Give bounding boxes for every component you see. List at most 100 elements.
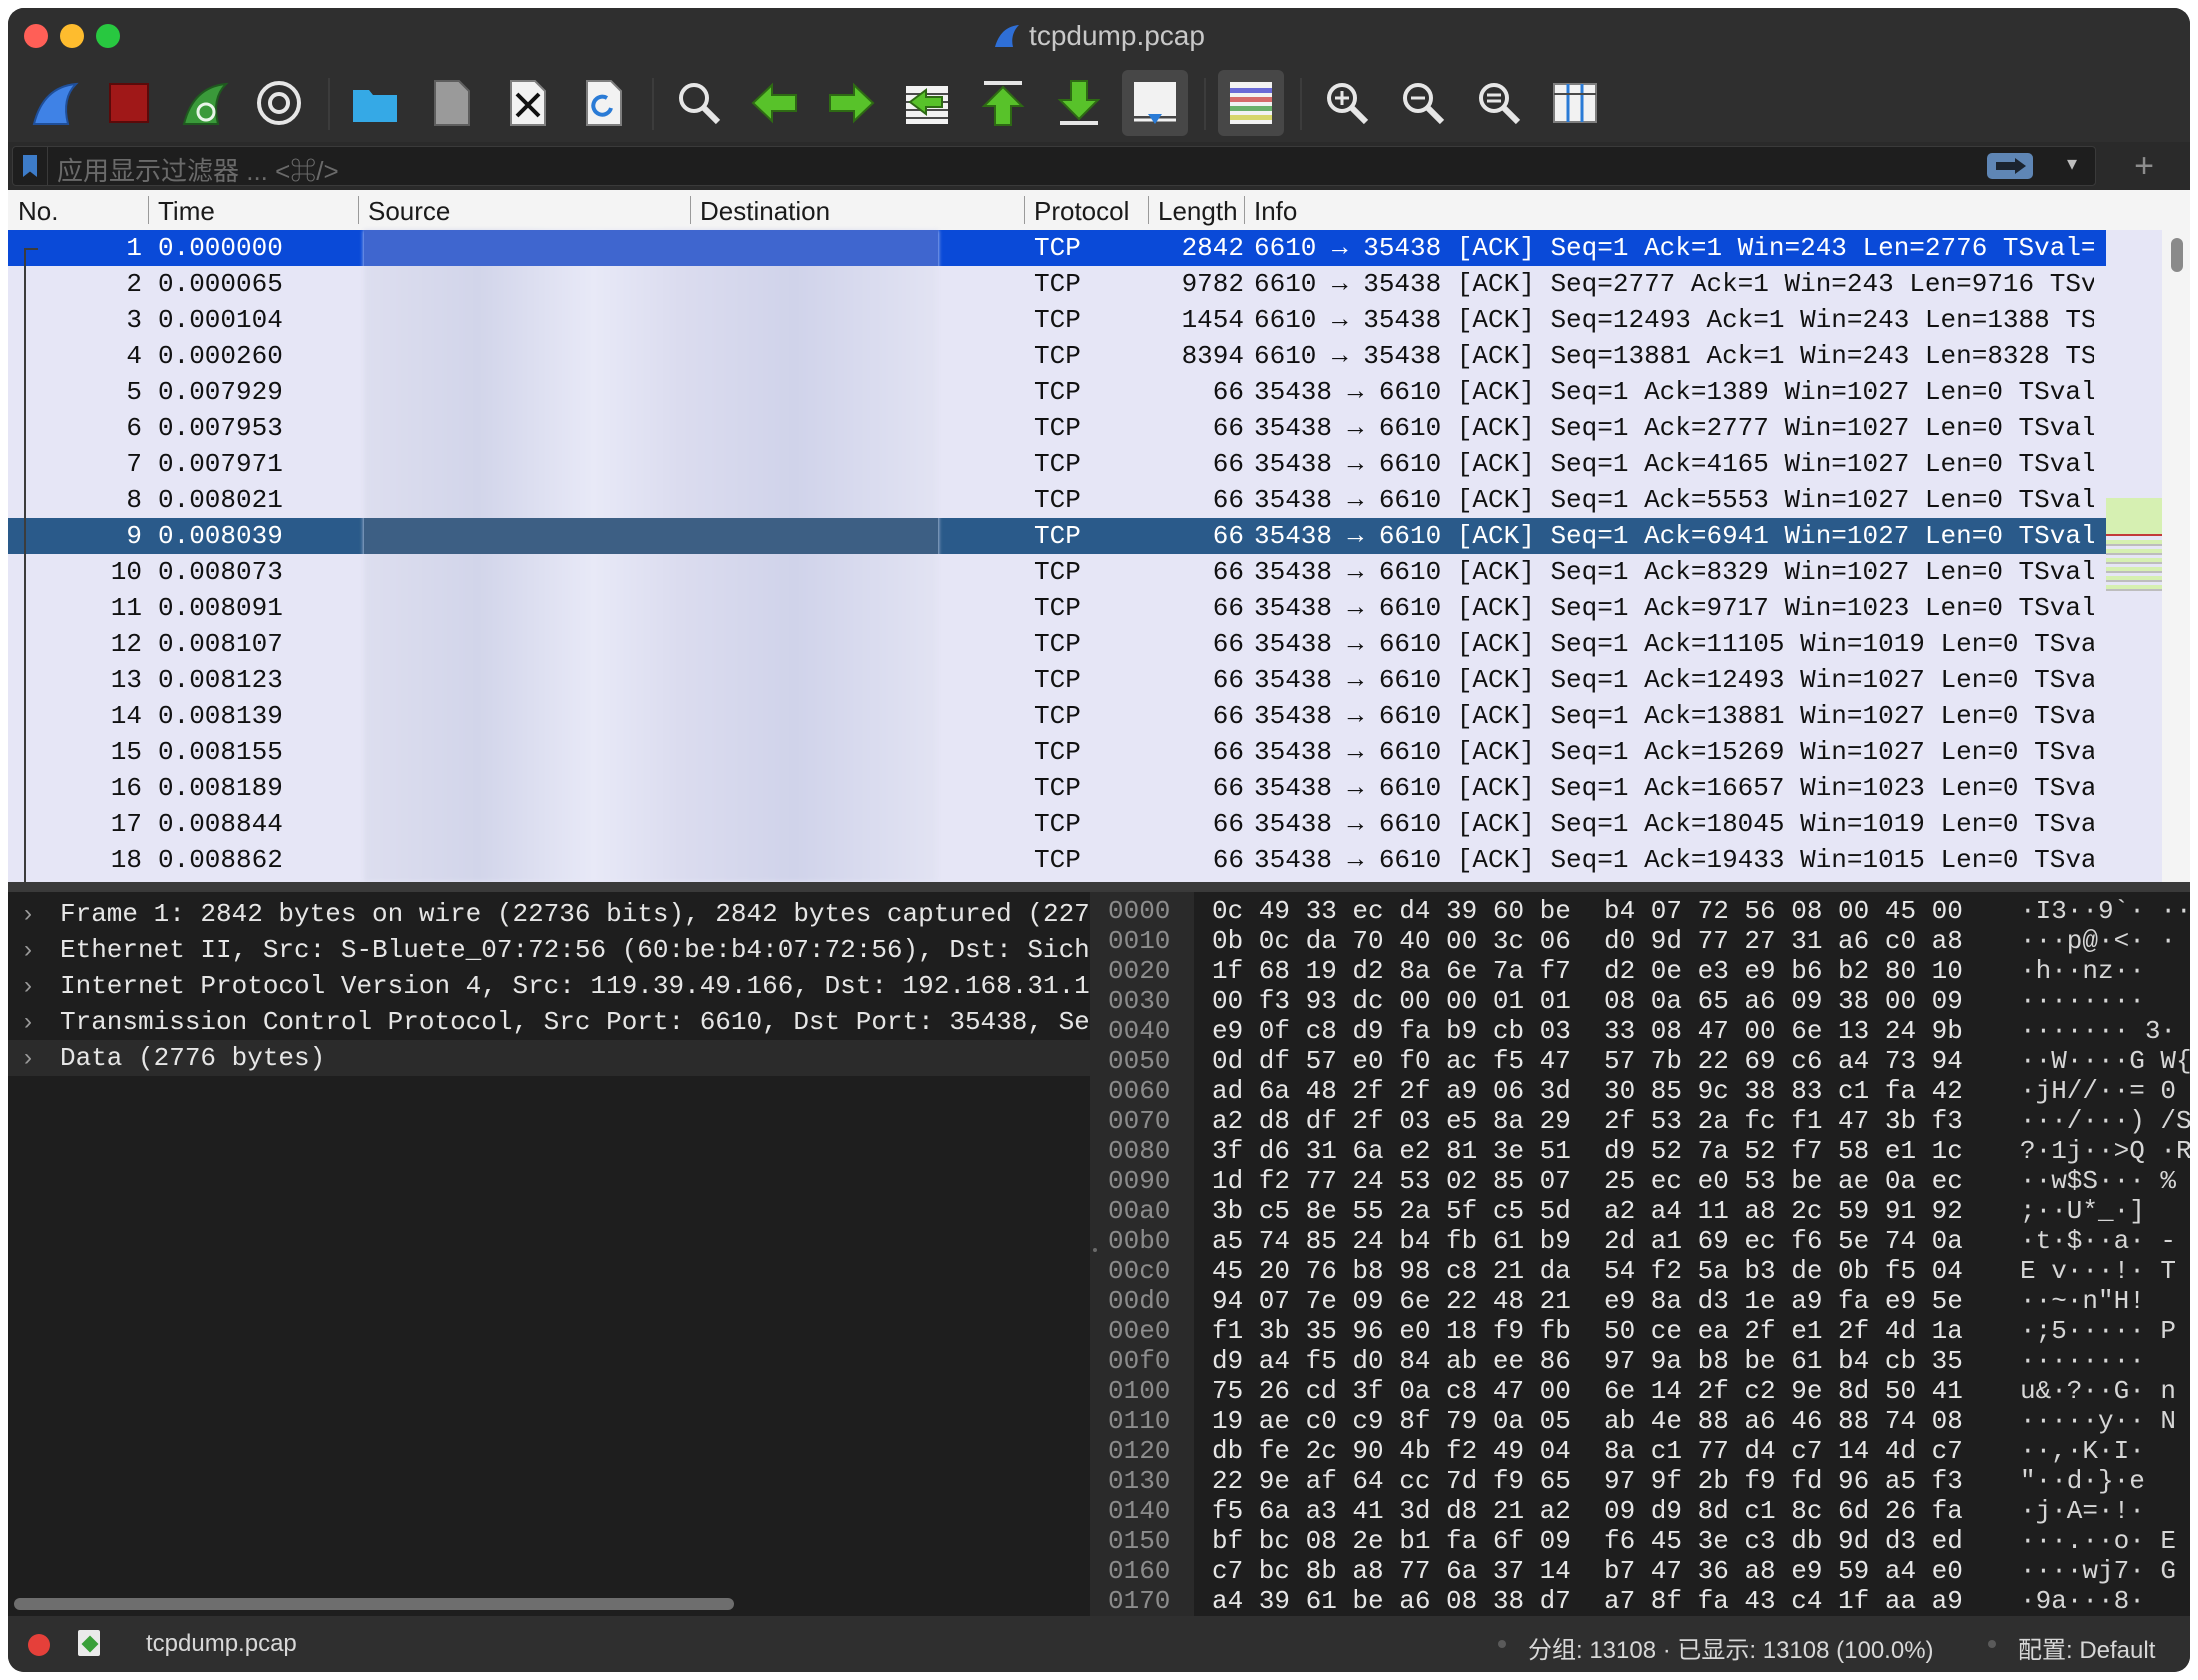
expert-info-icon[interactable] [28,1634,50,1656]
chevron-right-icon[interactable]: › [24,896,32,932]
chevron-right-icon[interactable]: › [24,932,32,968]
tree-item[interactable]: › Transmission Control Protocol, Src Port… [8,1004,1090,1040]
byte-row[interactable]: 0050 0d df 57 e0 f0 ac f5 47 57 7b 22 69 c… [1100,1046,2190,1076]
byte-row[interactable]: 0060 ad 6a 48 2f 2f a9 06 3d 30 85 9c 38 8… [1100,1076,2190,1106]
zoom-in-button[interactable] [1314,70,1380,136]
byte-row[interactable]: 0070 a2 d8 df 2f 03 e5 8a 29 2f 53 2a fc f… [1100,1106,2190,1136]
table-row[interactable]: 15 0.008155 TCP 66 35438 → 6610 [ACK] Seq=1 … [8,734,2108,770]
display-filter-input[interactable]: 应用显示过滤器 ... <⌘/> ▾ [12,146,2096,186]
column-destination[interactable]: Destination [700,196,830,227]
byte-row[interactable]: 0140 f5 6a a3 41 3d d8 21 a2 09 d9 8d c1 8… [1100,1496,2190,1526]
bookmark-icon[interactable] [23,155,37,177]
packet-minimap[interactable] [2106,230,2162,882]
status-profile[interactable]: 配置: Default [2018,1630,2155,1665]
tree-item[interactable]: › Frame 1: 2842 bytes on wire (22736 bits… [8,896,1090,932]
byte-row[interactable]: 0120 db fe 2c 90 4b f2 49 04 8a c1 77 d4 c… [1100,1436,2190,1466]
byte-row[interactable]: 0110 19 ae c0 c9 8f 79 0a 05 ab 4e 88 a6 4… [1100,1406,2190,1436]
column-length[interactable]: Length [1158,196,1236,227]
open-file-button[interactable] [342,70,408,136]
byte-row[interactable]: 0160 c7 bc 8b a8 77 6a 37 14 b7 47 36 a8 e… [1100,1556,2190,1586]
column-separator[interactable] [1148,196,1149,224]
tree-item[interactable]: › Ethernet II, Src: S-Bluete_07:72:56 (60… [8,932,1090,968]
reload-file-button[interactable] [570,70,636,136]
column-no[interactable]: No. [18,196,58,227]
column-separator[interactable] [1244,196,1245,224]
table-row[interactable]: 14 0.008139 TCP 66 35438 → 6610 [ACK] Seq=1 … [8,698,2108,734]
resize-columns-button[interactable] [1542,70,1608,136]
apply-filter-button[interactable] [1987,153,2033,179]
go-to-last-button[interactable] [1046,70,1112,136]
chevron-right-icon[interactable]: › [24,1004,32,1040]
stop-capture-button[interactable] [96,70,162,136]
capture-options-button[interactable] [246,70,312,136]
auto-scroll-button[interactable] [1122,70,1188,136]
find-packet-button[interactable] [666,70,732,136]
packet-list[interactable]: No. Time Source Destination Protocol Len… [8,190,2190,882]
column-separator[interactable] [690,196,691,224]
byte-row[interactable]: 00a0 3b c5 8e 55 2a 5f c5 5d a2 a4 11 a8 2… [1100,1196,2190,1226]
byte-row[interactable]: 00b0 a5 74 85 24 b4 fb 61 b9 2d a1 69 ec f… [1100,1226,2190,1256]
table-row[interactable]: 16 0.008189 TCP 66 35438 → 6610 [ACK] Seq=1 … [8,770,2108,806]
packet-bytes[interactable]: 0000 0c 49 33 ec d4 39 60 be b4 07 72 56 0… [1100,892,2190,1616]
byte-row[interactable]: 0030 00 f3 93 dc 00 00 01 01 08 0a 65 a6 0… [1100,986,2190,1016]
table-row[interactable]: 2 0.000065 TCP 9782 6610 → 35438 [ACK] Seq=2… [8,266,2108,302]
table-row[interactable]: 9 0.008039 TCP 66 35438 → 6610 [ACK] Seq=1 A… [8,518,2108,554]
go-back-button[interactable] [742,70,808,136]
splitter-handle[interactable] [1093,1248,1097,1252]
byte-row[interactable]: 0000 0c 49 33 ec d4 39 60 be b4 07 72 56 0… [1100,896,2190,926]
zoom-reset-button[interactable] [1466,70,1532,136]
byte-row[interactable]: 0010 0b 0c da 70 40 00 3c 06 d0 9d 77 27 3… [1100,926,2190,956]
close-file-button[interactable] [494,70,560,136]
byte-row[interactable]: 0150 bf bc 08 2e b1 fa 6f 09 f6 45 3e c3 d… [1100,1526,2190,1556]
table-row[interactable]: 5 0.007929 TCP 66 35438 → 6610 [ACK] Seq=1 A… [8,374,2108,410]
column-separator[interactable] [148,196,149,224]
zoom-out-button[interactable] [1390,70,1456,136]
byte-row[interactable]: 0130 22 9e af 64 cc 7d f9 65 97 9f 2b f9 f… [1100,1466,2190,1496]
save-file-button[interactable] [418,70,484,136]
chevron-down-icon[interactable]: ▾ [2067,151,2077,176]
add-filter-button[interactable]: + [2134,142,2154,190]
column-source[interactable]: Source [368,196,450,227]
byte-row[interactable]: 0040 e9 0f c8 d9 fa b9 cb 03 33 08 47 00 6… [1100,1016,2190,1046]
pane-splitter[interactable] [8,882,2190,892]
packet-list-scrollbar[interactable] [2162,230,2190,882]
chevron-right-icon[interactable]: › [24,1040,32,1076]
byte-row[interactable]: 00c0 45 20 76 b8 98 c8 21 da 54 f2 5a b3 d… [1100,1256,2190,1286]
byte-row[interactable]: 0020 1f 68 19 d2 8a 6e 7a f7 d2 0e e3 e9 b… [1100,956,2190,986]
column-time[interactable]: Time [158,196,215,227]
table-row[interactable]: 12 0.008107 TCP 66 35438 → 6610 [ACK] Seq=1 … [8,626,2108,662]
byte-row[interactable]: 0100 75 26 cd 3f 0a c8 47 00 6e 14 2f c2 9… [1100,1376,2190,1406]
scrollbar-thumb[interactable] [2171,238,2183,272]
table-row[interactable]: 8 0.008021 TCP 66 35438 → 6610 [ACK] Seq=1 A… [8,482,2108,518]
colorize-button[interactable] [1218,70,1284,136]
column-separator[interactable] [358,196,359,224]
restart-capture-button[interactable] [172,70,238,136]
byte-row[interactable]: 0170 a4 39 61 be a6 08 38 d7 a7 8f fa 43 c… [1100,1586,2190,1616]
tree-item[interactable]: › Data (2776 bytes) [8,1040,1090,1076]
column-separator[interactable] [1024,196,1025,224]
start-capture-button[interactable] [22,70,88,136]
byte-row[interactable]: 0080 3f d6 31 6a e2 81 3e 51 d9 52 7a 52 f… [1100,1136,2190,1166]
capture-comment-icon[interactable] [78,1630,100,1656]
table-row[interactable]: 3 0.000104 TCP 1454 6610 → 35438 [ACK] Seq=1… [8,302,2108,338]
table-row[interactable]: 18 0.008862 TCP 66 35438 → 6610 [ACK] Seq=1 … [8,842,2108,878]
table-row[interactable]: 10 0.008073 TCP 66 35438 → 6610 [ACK] Seq=1 … [8,554,2108,590]
go-to-packet-button[interactable] [894,70,960,136]
tree-item[interactable]: › Internet Protocol Version 4, Src: 119.3… [8,968,1090,1004]
table-row[interactable]: 1 0.000000 TCP 2842 6610 → 35438 [ACK] Seq=1… [8,230,2108,266]
table-row[interactable]: 13 0.008123 TCP 66 35438 → 6610 [ACK] Seq=1 … [8,662,2108,698]
table-row[interactable]: 17 0.008844 TCP 66 35438 → 6610 [ACK] Seq=1 … [8,806,2108,842]
byte-row[interactable]: 00e0 f1 3b 35 96 e0 18 f9 fb 50 ce ea 2f e… [1100,1316,2190,1346]
packet-details[interactable]: › Frame 1: 2842 bytes on wire (22736 bits… [8,892,1090,1616]
column-info[interactable]: Info [1254,196,1297,227]
table-row[interactable]: 11 0.008091 TCP 66 35438 → 6610 [ACK] Seq=1 … [8,590,2108,626]
table-row[interactable]: 4 0.000260 TCP 8394 6610 → 35438 [ACK] Seq=1… [8,338,2108,374]
chevron-right-icon[interactable]: › [24,968,32,1004]
byte-row[interactable]: 00f0 d9 a4 f5 d0 84 ab ee 86 97 9a b8 be 6… [1100,1346,2190,1376]
go-to-first-button[interactable] [970,70,1036,136]
table-row[interactable]: 7 0.007971 TCP 66 35438 → 6610 [ACK] Seq=1 A… [8,446,2108,482]
details-horizontal-scrollbar[interactable] [14,1598,734,1610]
go-forward-button[interactable] [818,70,884,136]
byte-row[interactable]: 0090 1d f2 77 24 53 02 85 07 25 ec e0 53 b… [1100,1166,2190,1196]
table-row[interactable]: 6 0.007953 TCP 66 35438 → 6610 [ACK] Seq=1 A… [8,410,2108,446]
